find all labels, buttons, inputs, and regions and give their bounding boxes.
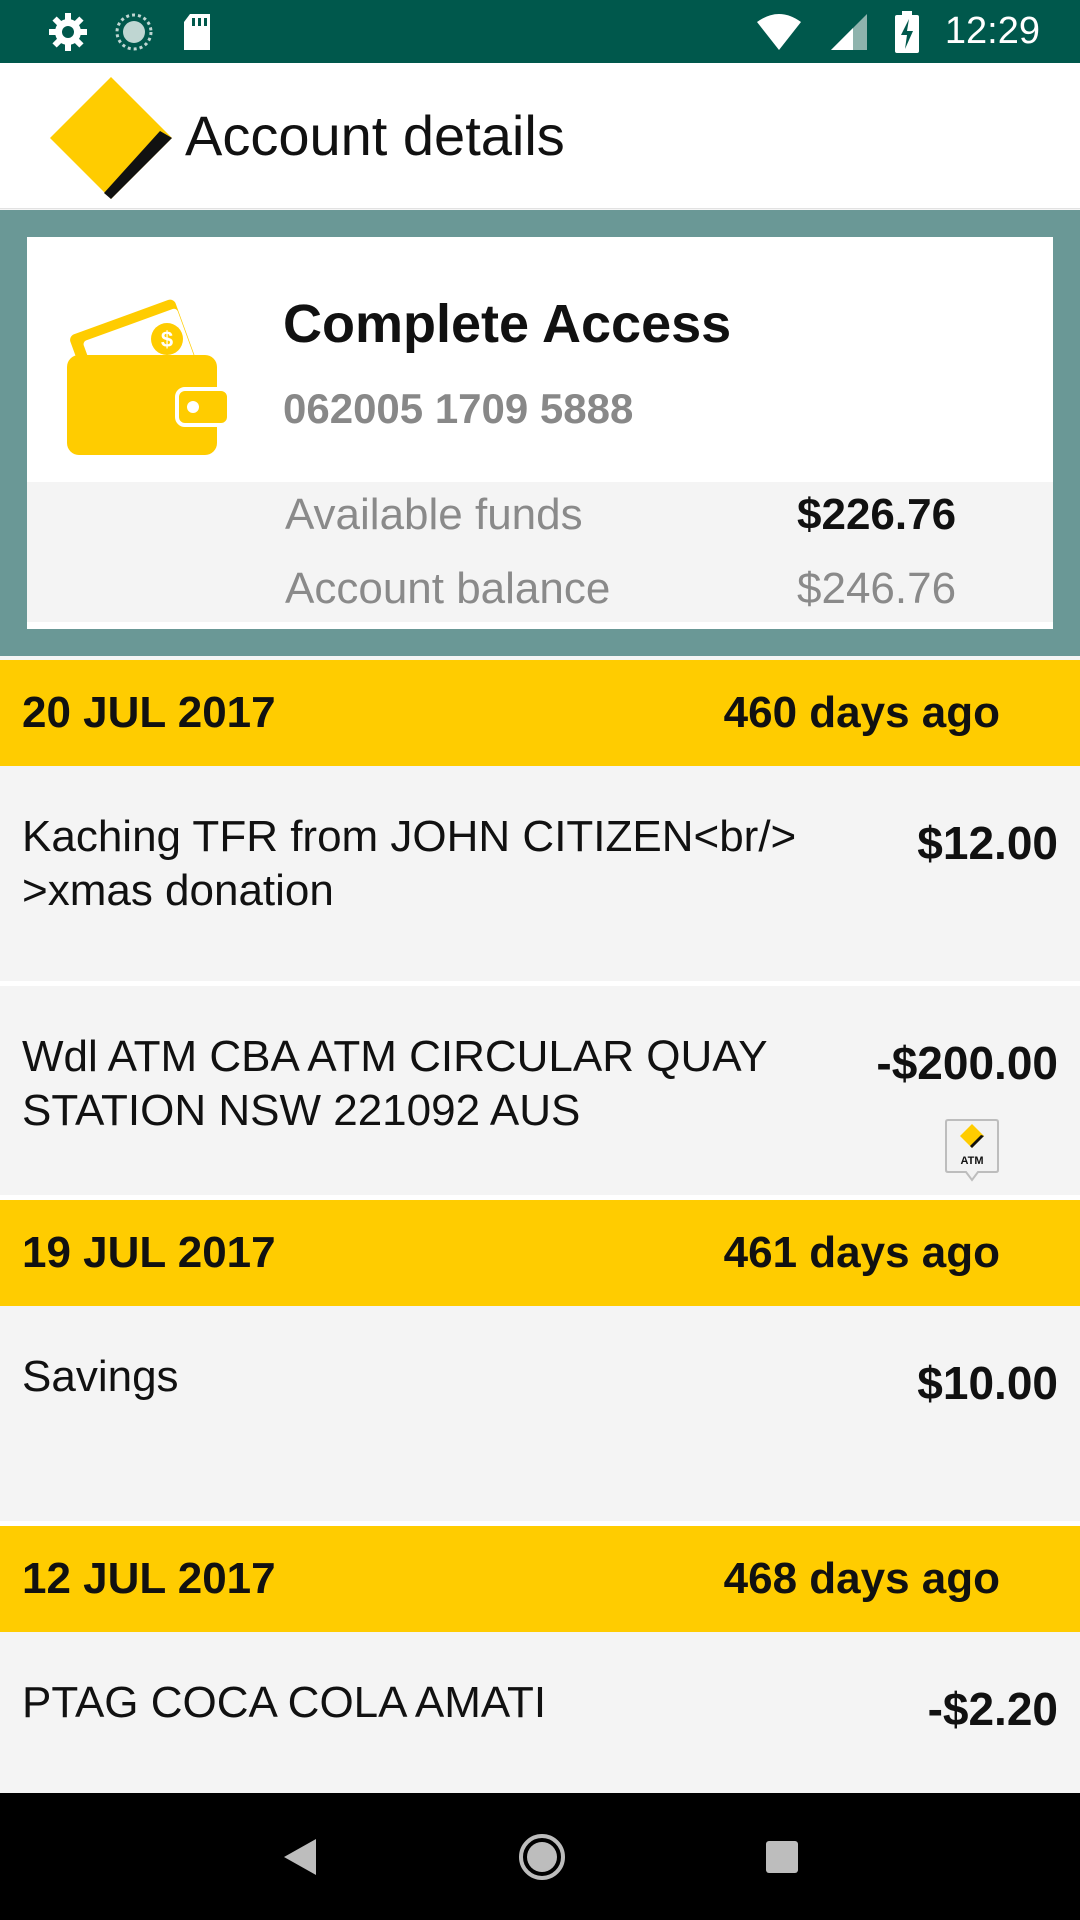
date-label: 20 JUL 2017	[22, 688, 276, 737]
account-card[interactable]: $ Complete Access 062005 1709 5888 Avail…	[27, 237, 1053, 629]
transaction-amount: -$200.00	[876, 1037, 1058, 1089]
status-time: 12:29	[944, 10, 1040, 52]
transaction-amount: -$2.20	[927, 1683, 1058, 1735]
days-ago-label: 460 days ago	[723, 688, 1000, 737]
recents-icon[interactable]	[762, 1837, 802, 1877]
status-right-icons: 12:29	[755, 10, 1040, 53]
battery-charging-icon	[894, 10, 919, 53]
account-card-frame: $ Complete Access 062005 1709 5888 Avail…	[0, 210, 1080, 656]
days-ago-label: 461 days ago	[723, 1228, 1000, 1277]
settings-icon	[49, 12, 87, 51]
transaction-description: Kaching TFR from JOHN CITIZEN<br/> >xmas…	[22, 812, 797, 915]
account-name: Complete Access	[283, 294, 732, 354]
page-title: Account details	[185, 104, 565, 167]
transaction-amount: $10.00	[917, 1357, 1058, 1409]
back-icon[interactable]	[278, 1835, 322, 1879]
atm-badge-icon: ATM	[945, 1119, 999, 1182]
wifi-icon	[756, 13, 801, 50]
available-funds-label: Available funds	[285, 490, 583, 539]
transaction-amount: $12.00	[917, 817, 1058, 869]
atm-badge-label: ATM	[960, 1155, 983, 1167]
transaction-description: PTAG COCA COLA AMATI	[22, 1678, 547, 1727]
status-left-icons	[48, 12, 214, 52]
account-balance-value: $246.76	[797, 564, 957, 613]
transaction-description: Savings	[22, 1352, 179, 1401]
available-funds-row: Available funds $226.76	[285, 490, 1025, 550]
account-balance-row: Account balance $246.76	[285, 564, 1025, 624]
date-label: 12 JUL 2017	[22, 1554, 276, 1603]
transaction-row[interactable]: Savings $10.00	[0, 1306, 1080, 1526]
date-header: 12 JUL 2017 468 days ago	[0, 1526, 1080, 1632]
transaction-list[interactable]: 20 JUL 2017 460 days ago Kaching TFR fro…	[0, 660, 1080, 1793]
svg-text:$: $	[161, 327, 173, 352]
date-header: 20 JUL 2017 460 days ago	[0, 660, 1080, 766]
commbank-logo-icon	[50, 77, 172, 199]
available-funds-value: $226.76	[797, 490, 957, 539]
transaction-row[interactable]: Wdl ATM CBA ATM CIRCULAR QUAY STATION NS…	[0, 986, 1080, 1200]
wallet-icon: $	[67, 299, 229, 455]
transaction-row[interactable]: Kaching TFR from JOHN CITIZEN<br/> >xmas…	[0, 766, 1080, 986]
system-nav-bar	[0, 1793, 1080, 1920]
account-balance-label: Account balance	[285, 564, 611, 613]
date-header: 19 JUL 2017 461 days ago	[0, 1200, 1080, 1306]
account-number: 062005 1709 5888	[283, 385, 634, 432]
sync-icon	[115, 13, 153, 50]
date-label: 19 JUL 2017	[22, 1228, 276, 1277]
home-icon[interactable]	[517, 1832, 567, 1882]
sd-card-icon	[184, 13, 210, 50]
days-ago-label: 468 days ago	[723, 1554, 1000, 1603]
signal-icon	[830, 13, 867, 50]
transaction-description: Wdl ATM CBA ATM CIRCULAR QUAY STATION NS…	[22, 1032, 767, 1135]
transaction-row[interactable]: PTAG COCA COLA AMATI -$2.20	[0, 1632, 1080, 1793]
status-bar: 12:29	[0, 0, 1080, 63]
funds-summary: Available funds $226.76 Account balance …	[27, 482, 1053, 622]
app-bar: Account details	[0, 63, 1080, 209]
